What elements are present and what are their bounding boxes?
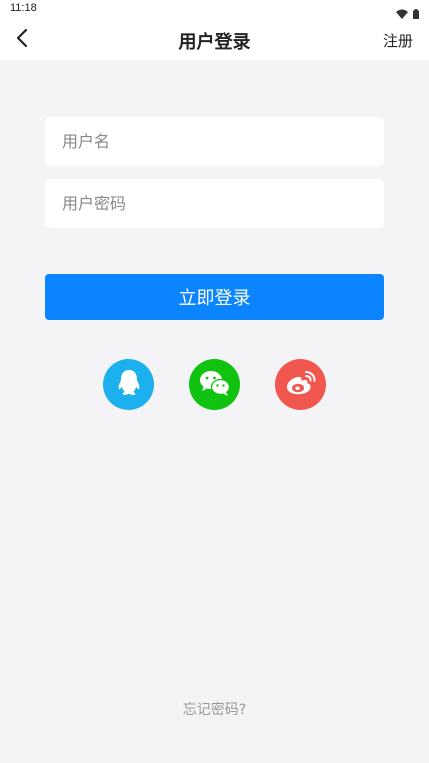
qq-icon xyxy=(115,368,143,402)
username-input[interactable] xyxy=(45,117,384,166)
wechat-icon xyxy=(199,369,231,401)
weibo-icon xyxy=(285,369,317,401)
top-nav-bar: 用户登录 注册 xyxy=(0,20,429,60)
forgot-password-link[interactable]: 忘记密码? xyxy=(0,699,429,719)
password-input[interactable] xyxy=(45,179,384,228)
wechat-login-button[interactable] xyxy=(189,359,240,410)
qq-login-button[interactable] xyxy=(103,359,154,410)
register-link[interactable]: 注册 xyxy=(383,30,413,51)
status-time: 11:18 xyxy=(10,2,37,14)
login-button[interactable]: 立即登录 xyxy=(45,274,384,320)
weibo-login-button[interactable] xyxy=(275,359,326,410)
page-title: 用户登录 xyxy=(178,32,251,53)
status-bar: 11:18 xyxy=(0,0,429,20)
